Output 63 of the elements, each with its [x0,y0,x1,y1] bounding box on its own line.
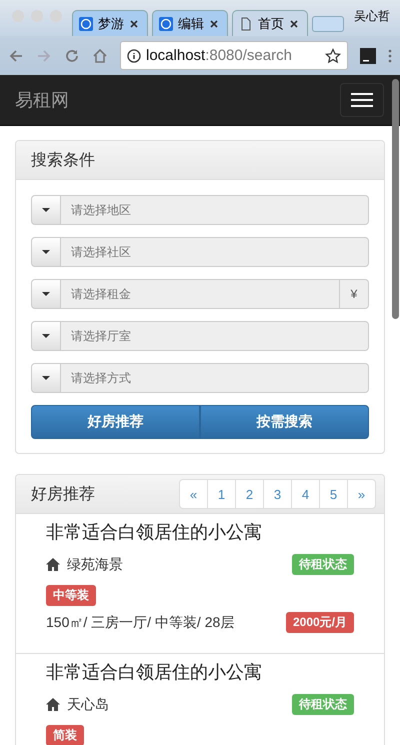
browser-tab[interactable]: 首页 [232,10,308,36]
home-icon[interactable] [92,48,108,64]
currency-addon: ¥ [340,279,369,309]
menu-icon [351,92,373,108]
close-icon[interactable] [209,18,219,28]
caret-icon [42,250,50,254]
community-name: 绿苑海景 [67,556,123,574]
dropdown-button[interactable] [31,321,61,351]
action-button[interactable]: 按需搜索 [200,405,369,439]
select-field[interactable]: 请选择方式 [61,363,369,393]
select-field[interactable]: 请选择租金 [61,279,340,309]
select-field[interactable]: 请选择厅室 [61,321,369,351]
select-field[interactable]: 请选择地区 [61,195,369,225]
app-icon [79,16,93,30]
listing-details: 150㎡/ 三房一厅/ 中等装/ 28层 [46,614,234,632]
profile-name[interactable]: 吴心哲 [354,8,390,25]
panel-title: 好房推荐 [31,484,95,504]
brand-link[interactable]: 易租网 [15,88,69,112]
action-button[interactable]: 好房推荐 [31,405,200,439]
price-label: 2000元/月 [286,612,354,633]
browser-tab[interactable]: 编辑 [152,10,228,36]
caret-icon [42,208,50,212]
page-icon [239,16,253,30]
more-icon[interactable] [388,48,392,64]
extension-icon[interactable] [360,48,376,64]
decoration-label: 中等装 [46,585,96,606]
dropdown-button[interactable] [31,237,61,267]
pagination-link[interactable]: 5 [319,480,347,508]
listing-title[interactable]: 非常适合白领居住的小公寓 [46,660,354,684]
status-label: 待租状态 [292,554,354,575]
reload-icon[interactable] [64,48,80,64]
pagination-link[interactable]: » [347,480,375,508]
pagination-link[interactable]: « [180,480,207,508]
community-name: 天心岛 [67,696,109,714]
forward-icon[interactable] [36,48,52,64]
browser-tab[interactable]: 梦游 [72,10,148,36]
home-icon [46,558,60,571]
listing-title[interactable]: 非常适合白领居住的小公寓 [46,520,354,544]
select-field[interactable]: 请选择社区 [61,237,369,267]
pagination-link[interactable]: 4 [291,480,319,508]
caret-icon [42,334,50,338]
dropdown-button[interactable] [31,363,61,393]
close-icon[interactable] [289,18,299,28]
dropdown-button[interactable] [31,195,61,225]
status-label: 待租状态 [292,694,354,715]
caret-icon [42,292,50,296]
scrollbar[interactable] [392,79,399,319]
pagination-link[interactable]: 3 [263,480,291,508]
address-bar[interactable]: localhost:8080/search [120,41,348,70]
star-icon[interactable] [325,48,341,64]
panel-title: 搜索条件 [31,150,95,170]
new-tab-button[interactable] [312,16,344,32]
info-icon [127,48,141,62]
back-icon[interactable] [8,48,24,64]
dropdown-button[interactable] [31,279,61,309]
decoration-label: 简装 [46,725,84,745]
app-icon [159,16,173,30]
caret-icon [42,376,50,380]
close-icon[interactable] [129,18,139,28]
home-icon [46,698,60,711]
menu-button[interactable] [340,83,384,117]
pagination-link[interactable]: 2 [235,480,263,508]
pagination-link[interactable]: 1 [207,480,235,508]
